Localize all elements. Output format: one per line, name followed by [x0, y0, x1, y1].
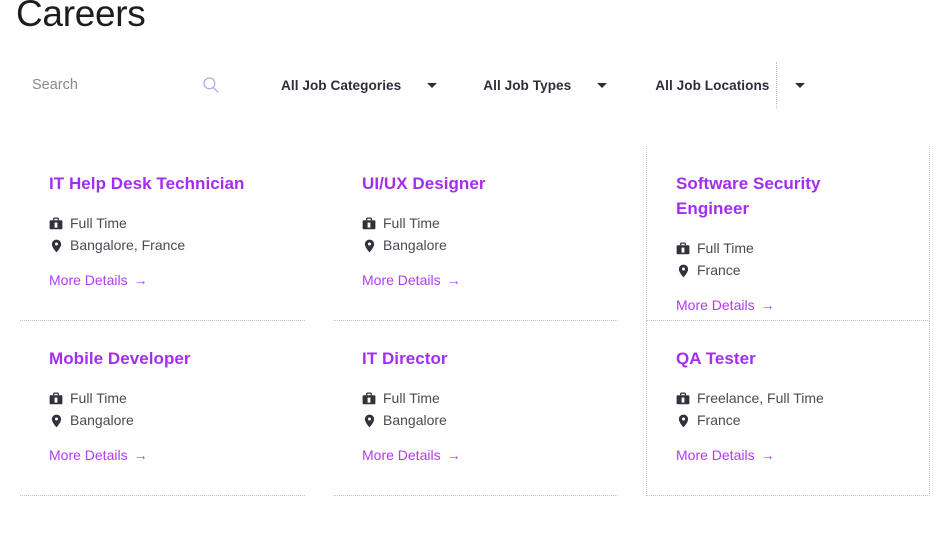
search-input[interactable]: [16, 71, 196, 99]
job-title[interactable]: QA Tester: [676, 346, 905, 371]
job-card-mobile-developer: Mobile Developer Full Time Bangalore Mor…: [20, 321, 305, 496]
briefcase-icon: [49, 216, 63, 231]
grid-gap: [618, 146, 646, 321]
map-pin-icon: [676, 263, 690, 278]
job-card-it-director: IT Director Full Time Bangalore More Det…: [333, 321, 618, 496]
arrow-right-icon: →: [133, 447, 148, 463]
more-details-link[interactable]: More Details →: [362, 270, 461, 290]
chevron-down-icon: [795, 82, 806, 88]
more-details-link[interactable]: More Details →: [362, 445, 461, 465]
job-card: QA Tester Freelance, Full Time France Mo…: [646, 321, 930, 496]
arrow-right-icon: →: [760, 447, 775, 463]
more-details-label: More Details: [676, 297, 755, 313]
chevron-down-icon: [427, 82, 438, 88]
job-type-row: Full Time: [49, 388, 281, 409]
map-pin-icon: [362, 413, 376, 428]
job-card-software-security-engineer: Software Security Engineer Full Time Fra…: [646, 146, 930, 321]
arrow-right-icon: →: [133, 272, 148, 288]
job-location-text: Bangalore: [383, 412, 447, 428]
job-location-text: Bangalore: [383, 237, 447, 253]
search-icon[interactable]: [202, 76, 220, 94]
job-title[interactable]: IT Help Desk Technician: [49, 171, 281, 196]
job-type-text: Full Time: [70, 215, 127, 231]
filter-job-types-label: All Job Types: [483, 77, 572, 93]
job-title[interactable]: Mobile Developer: [49, 346, 281, 371]
job-card-ui-ux-designer: UI/UX Designer Full Time Bangalore More …: [333, 146, 618, 321]
job-title[interactable]: IT Director: [362, 346, 594, 371]
job-type-row: Full Time: [362, 213, 594, 234]
job-location-text: Bangalore, France: [70, 237, 186, 253]
job-card: Mobile Developer Full Time Bangalore Mor…: [20, 321, 305, 496]
job-type-text: Full Time: [70, 390, 127, 406]
job-type-text: Full Time: [697, 240, 754, 256]
briefcase-icon: [676, 391, 690, 406]
job-type-row: Full Time: [362, 388, 594, 409]
job-type-text: Freelance, Full Time: [697, 390, 824, 406]
job-type-text: Full Time: [383, 390, 440, 406]
jobs-row: IT Help Desk Technician Full Time Bangal…: [20, 146, 930, 321]
job-card: IT Help Desk Technician Full Time Bangal…: [20, 146, 305, 321]
job-title[interactable]: UI/UX Designer: [362, 171, 594, 196]
jobs-row: Mobile Developer Full Time Bangalore Mor…: [20, 321, 930, 496]
job-type-row: Full Time: [676, 238, 905, 259]
filter-job-locations[interactable]: All Job Locations: [655, 63, 806, 107]
grid-gap: [305, 146, 333, 321]
briefcase-icon: [49, 391, 63, 406]
map-pin-icon: [49, 238, 63, 253]
search-field[interactable]: [16, 63, 234, 107]
filter-job-categories[interactable]: All Job Categories: [281, 63, 438, 107]
arrow-right-icon: →: [446, 447, 461, 463]
more-details-link[interactable]: More Details →: [49, 270, 148, 290]
job-title[interactable]: Software Security Engineer: [676, 171, 861, 221]
grid-gap: [305, 321, 333, 496]
job-type-row: Freelance, Full Time: [676, 388, 905, 409]
more-details-label: More Details: [49, 447, 128, 463]
job-location-text: France: [697, 412, 741, 428]
briefcase-icon: [362, 216, 376, 231]
grid-gap: [618, 321, 646, 496]
map-pin-icon: [676, 413, 690, 428]
more-details-label: More Details: [676, 447, 755, 463]
briefcase-icon: [362, 391, 376, 406]
job-location-row: Bangalore: [362, 235, 594, 256]
more-details-link[interactable]: More Details →: [676, 445, 775, 465]
more-details-link[interactable]: More Details →: [49, 445, 148, 465]
job-location-text: Bangalore: [70, 412, 134, 428]
job-type-text: Full Time: [383, 215, 440, 231]
job-card: UI/UX Designer Full Time Bangalore More …: [333, 146, 618, 321]
chevron-down-icon: [597, 82, 608, 88]
more-details-label: More Details: [362, 447, 441, 463]
more-details-label: More Details: [49, 272, 128, 288]
job-type-row: Full Time: [49, 213, 281, 234]
job-location-row: Bangalore, France: [49, 235, 281, 256]
filter-bar-divider: [776, 62, 777, 108]
briefcase-icon: [676, 241, 690, 256]
filter-job-types[interactable]: All Job Types: [483, 63, 608, 107]
job-card: Software Security Engineer Full Time Fra…: [646, 146, 930, 321]
arrow-right-icon: →: [446, 272, 461, 288]
more-details-link[interactable]: More Details →: [676, 295, 775, 315]
map-pin-icon: [49, 413, 63, 428]
filter-job-locations-label: All Job Locations: [655, 77, 770, 93]
job-card: IT Director Full Time Bangalore More Det…: [333, 321, 618, 496]
more-details-label: More Details: [362, 272, 441, 288]
jobs-grid: IT Help Desk Technician Full Time Bangal…: [20, 146, 930, 496]
careers-page: Careers All Job Categories All Job Types…: [0, 0, 951, 533]
job-location-row: France: [676, 260, 905, 281]
filter-job-categories-label: All Job Categories: [281, 77, 402, 93]
job-location-row: France: [676, 410, 905, 431]
job-card-qa-tester: QA Tester Freelance, Full Time France Mo…: [646, 321, 930, 496]
job-location-row: Bangalore: [362, 410, 594, 431]
filter-bar: All Job Categories All Job Types All Job…: [16, 62, 936, 108]
job-location-row: Bangalore: [49, 410, 281, 431]
arrow-right-icon: →: [760, 297, 775, 313]
page-title: Careers: [16, 0, 146, 34]
map-pin-icon: [362, 238, 376, 253]
job-card-it-help-desk-technician: IT Help Desk Technician Full Time Bangal…: [20, 146, 305, 321]
job-location-text: France: [697, 262, 741, 278]
